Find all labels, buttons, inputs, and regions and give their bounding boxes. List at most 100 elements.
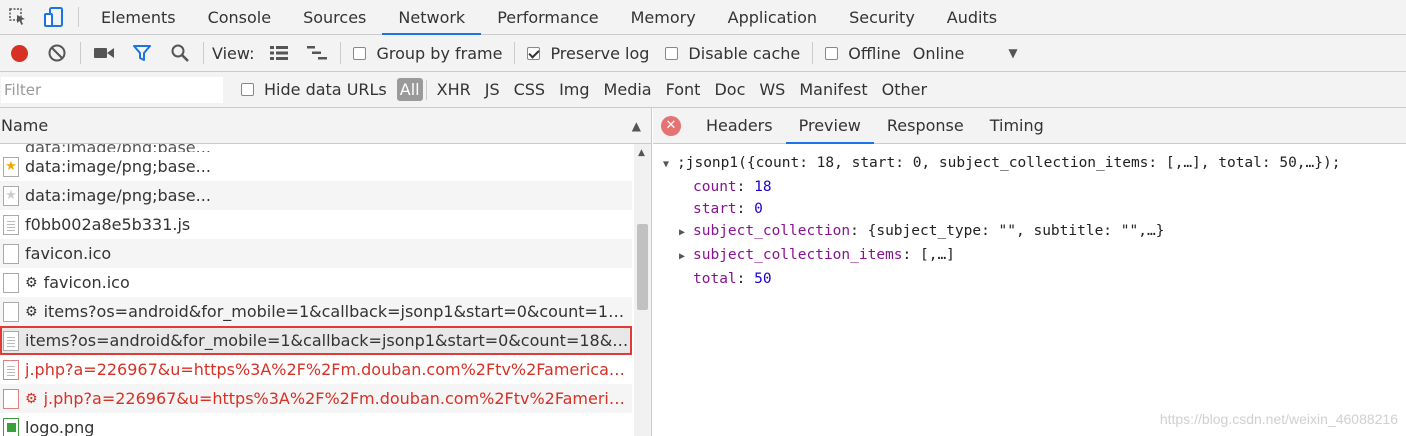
json-property-start: start: 0 [693, 201, 763, 217]
close-icon[interactable]: ✕ [661, 115, 681, 136]
device-toolbar-icon[interactable] [36, 0, 72, 34]
table-row[interactable]: favicon.ico [0, 239, 632, 268]
tab-sources[interactable]: Sources [287, 0, 382, 34]
json-property-count: count: 18 [693, 179, 772, 195]
search-button[interactable] [161, 35, 199, 72]
clear-button[interactable] [38, 35, 76, 72]
inspect-element-icon[interactable] [0, 0, 36, 34]
divider [80, 42, 81, 64]
disable-cache-checkbox[interactable]: Disable cache [665, 44, 800, 63]
offline-label: Offline [848, 43, 901, 63]
image-star-gray-icon: ★ [3, 185, 19, 206]
offline-checkbox[interactable]: Offline [825, 44, 901, 63]
filter-type-manifest[interactable]: Manifest [792, 80, 874, 99]
group-by-frame-checkbox[interactable]: Group by frame [353, 44, 502, 63]
tab-security[interactable]: Security [833, 0, 931, 34]
checkbox-box [825, 46, 839, 60]
request-rows: data:image/png;base... ★ data:image/png;… [0, 144, 632, 436]
tab-audits[interactable]: Audits [931, 0, 1013, 34]
script-icon [3, 359, 19, 380]
request-name: favicon.ico [25, 244, 112, 263]
table-row[interactable]: j.php?a=226967&u=https%3A%2F%2Fm.douban.… [0, 355, 632, 384]
gear-icon: ⚙ [25, 274, 38, 291]
name-column-header[interactable]: Name ▲ [0, 108, 651, 144]
preserve-log-checkbox[interactable]: Preserve log [527, 44, 649, 63]
record-button[interactable] [0, 35, 38, 72]
json-preview: ▼ ;jsonp1({count: 18, start: 0, subject_c… [653, 144, 1406, 290]
table-row[interactable]: ★ data:image/png;base... [0, 181, 632, 210]
filter-type-img[interactable]: Img [552, 80, 596, 99]
document-icon [3, 301, 19, 322]
table-row[interactable]: ⚙ items?os=android&for_mobile=1&callback… [0, 297, 632, 326]
document-icon [3, 243, 19, 264]
capture-screenshots-button[interactable] [85, 35, 123, 72]
checkbox-box [665, 46, 679, 60]
collapsed-triangle-icon[interactable]: ▶ [679, 222, 693, 244]
record-icon [10, 44, 28, 62]
table-row[interactable]: ⚙ j.php?a=226967&u=https%3A%2F%2Fm.douba… [0, 384, 632, 413]
table-row-selected[interactable]: items?os=android&for_mobile=1&callback=j… [0, 326, 632, 355]
name-column-label: Name [1, 116, 49, 135]
tab-elements[interactable]: Elements [85, 0, 192, 34]
throttling-select[interactable]: Online [913, 44, 965, 63]
filter-toggle-button[interactable] [123, 35, 161, 72]
filter-type-other[interactable]: Other [875, 80, 934, 99]
filter-type-css[interactable]: CSS [507, 80, 552, 99]
expanded-triangle-icon[interactable]: ▼ [663, 154, 677, 176]
tab-network[interactable]: Network [382, 0, 482, 35]
vertical-scrollbar[interactable]: ▲ [634, 144, 651, 436]
sort-ascending-icon: ▲ [631, 118, 641, 133]
group-by-frame-label: Group by frame [376, 43, 503, 63]
json-property-total: total: 50 [693, 271, 772, 287]
checkbox-box [241, 83, 254, 96]
filter-input[interactable] [1, 76, 223, 103]
tab-preview[interactable]: Preview [785, 108, 875, 144]
chevron-down-icon[interactable]: ▼ [1008, 46, 1017, 60]
filter-bar: Hide data URLs All XHR JS CSS Img Media … [0, 72, 1406, 108]
json-root-summary: ;jsonp1({count: 18, start: 0, subject_co… [677, 155, 1341, 171]
checkbox-box [527, 46, 541, 60]
tab-memory[interactable]: Memory [615, 0, 712, 34]
watermark-text: https://blog.csdn.net/weixin_46088216 [1159, 411, 1398, 427]
details-tabbar: ✕ Headers Preview Response Timing [653, 108, 1406, 144]
view-label: View: [212, 43, 255, 63]
scroll-up-icon[interactable]: ▲ [638, 148, 645, 158]
request-name: favicon.ico [43, 273, 130, 292]
scrollbar-thumb[interactable] [637, 224, 648, 310]
tab-console[interactable]: Console [192, 0, 288, 34]
disable-cache-label: Disable cache [688, 43, 801, 63]
request-list-panel: Name ▲ data:image/png;base... ★ data:ima… [0, 108, 652, 436]
video-camera-icon [94, 48, 114, 58]
large-rows-button[interactable] [260, 35, 298, 72]
filter-type-ws[interactable]: WS [752, 80, 792, 99]
json-property-subject-collection[interactable]: ▶ subject_collection: {subject_type: "", … [663, 220, 1406, 244]
table-row[interactable]: f0bb002a8e5b331.js [0, 210, 632, 239]
json-property-subject-collection-items[interactable]: ▶ subject_collection_items: [,…] [663, 244, 1406, 268]
request-name: items?os=android&for_mobile=1&callback=j… [25, 331, 632, 350]
search-icon [171, 44, 189, 62]
json-root-line[interactable]: ▼ ;jsonp1({count: 18, start: 0, subject_c… [663, 152, 1406, 176]
collapsed-triangle-icon[interactable]: ▶ [679, 246, 693, 268]
tab-application[interactable]: Application [712, 0, 833, 34]
waterfall-overview-button[interactable] [298, 35, 336, 72]
tab-headers[interactable]: Headers [693, 108, 786, 143]
filter-funnel-icon [133, 45, 151, 61]
tab-timing[interactable]: Timing [977, 108, 1057, 143]
table-row[interactable]: logo.png [0, 413, 632, 436]
filter-type-all[interactable]: All [396, 78, 423, 101]
filter-type-media[interactable]: Media [597, 80, 659, 99]
request-name: data:image/png;base... [25, 157, 211, 176]
hide-data-urls-checkbox[interactable]: Hide data URLs [241, 80, 387, 99]
filter-type-font[interactable]: Font [659, 80, 708, 99]
filter-type-js[interactable]: JS [478, 80, 507, 99]
table-row[interactable]: ★ data:image/png;base... [0, 152, 632, 181]
filter-type-xhr[interactable]: XHR [430, 80, 478, 99]
divider [340, 42, 342, 64]
request-name: f0bb002a8e5b331.js [25, 215, 191, 234]
tab-response[interactable]: Response [874, 108, 977, 143]
table-row[interactable]: ⚙ favicon.ico [0, 268, 632, 297]
tab-performance[interactable]: Performance [481, 0, 614, 34]
devtools-tabbar: Elements Console Sources Network Perform… [0, 0, 1406, 35]
table-row[interactable]: data:image/png;base... [0, 144, 632, 152]
filter-type-doc[interactable]: Doc [707, 80, 752, 99]
